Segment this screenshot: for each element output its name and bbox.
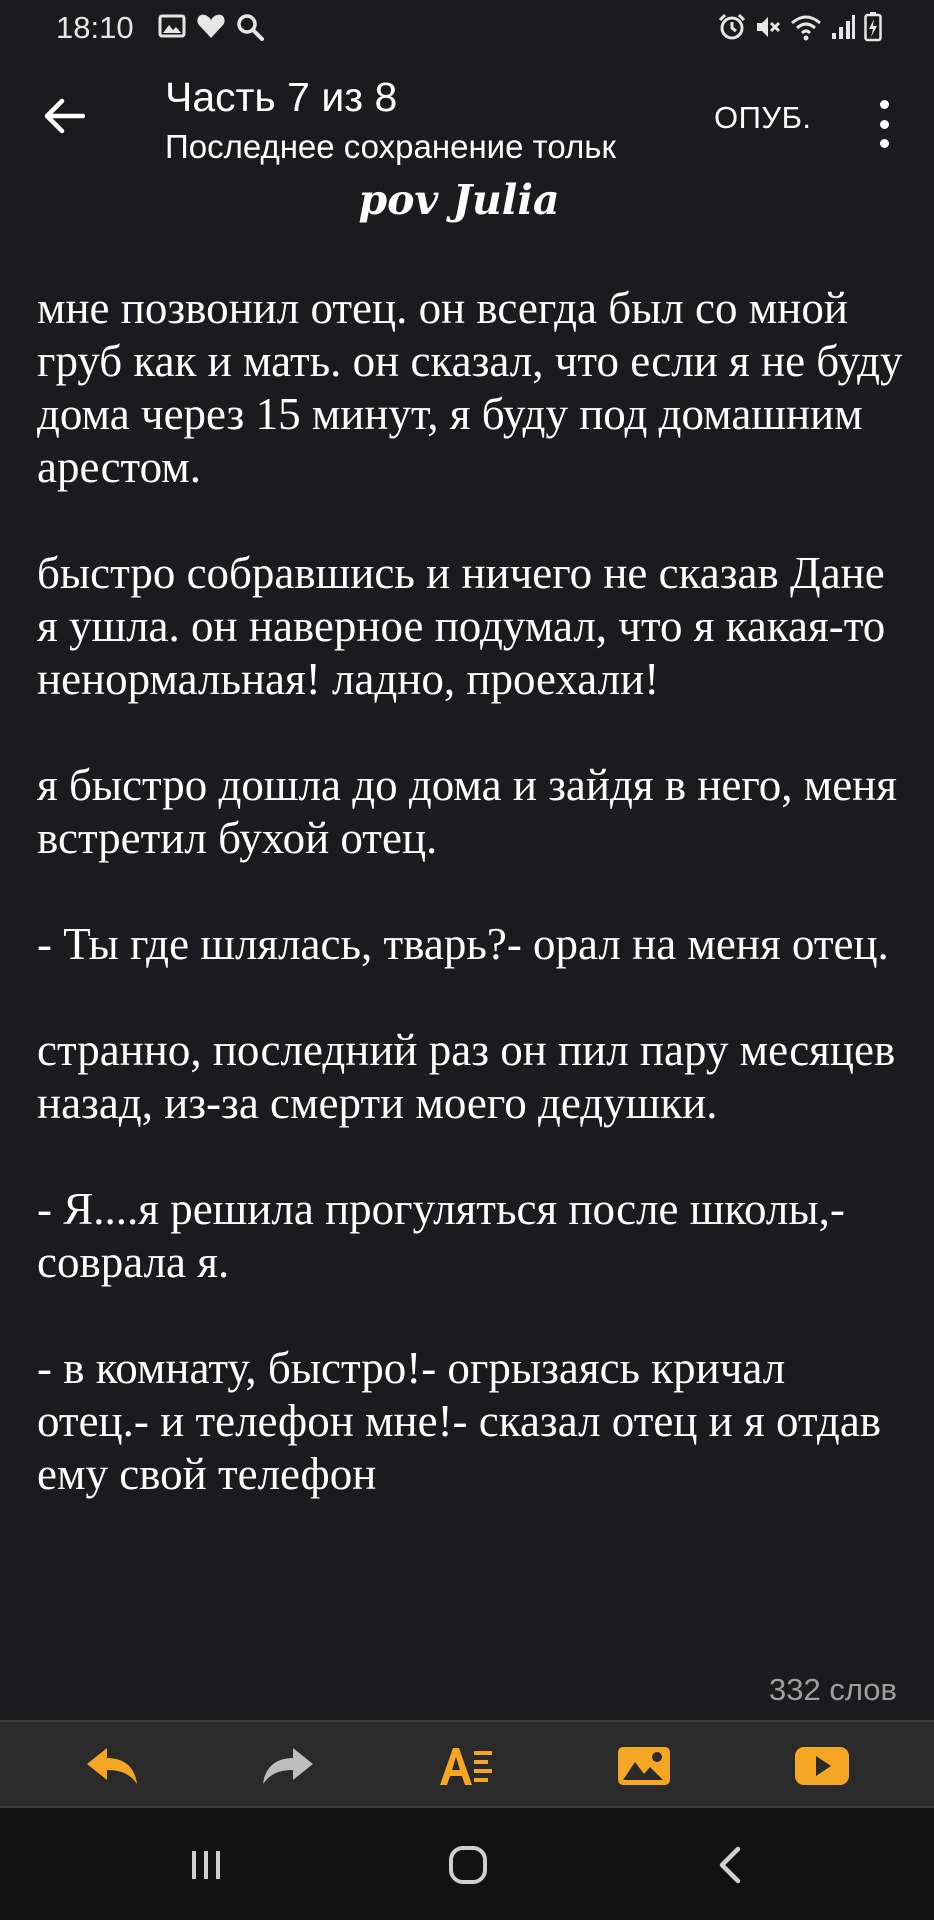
- more-options-button[interactable]: [866, 94, 902, 154]
- back-button[interactable]: [34, 86, 94, 146]
- insert-image-button[interactable]: [614, 1740, 674, 1792]
- chapter-heading[interactable]: pov Julia: [0, 176, 918, 224]
- save-status: Последнее сохранение тольк: [165, 128, 616, 165]
- more-dot-icon: [879, 139, 889, 148]
- insert-image-icon: [618, 1747, 670, 1785]
- more-dot-icon: [879, 100, 889, 109]
- story-body-editor[interactable]: мне позвонил отец. он всегда был со мной…: [37, 282, 907, 1501]
- recent-apps-icon: [192, 1851, 220, 1879]
- redo-button[interactable]: [258, 1740, 318, 1792]
- status-time: 18:10: [56, 10, 134, 45]
- more-dot-icon: [879, 119, 889, 129]
- arrow-left-icon: [44, 98, 85, 134]
- redo-icon: [263, 1748, 313, 1784]
- story-paragraph: быстро собравшись и ничего не сказав Дан…: [37, 548, 886, 704]
- story-paragraph: - Я....я решила прогуляться после школы,…: [37, 1184, 845, 1287]
- signal-icon: [832, 15, 855, 39]
- status-bar: 18:10: [0, 0, 934, 56]
- undo-icon: [87, 1748, 137, 1784]
- recent-apps-button[interactable]: [176, 1838, 236, 1892]
- publish-button[interactable]: ОПУБ.: [714, 100, 812, 136]
- back-icon: [719, 1846, 741, 1884]
- status-notification-icons: [158, 13, 264, 41]
- insert-video-icon: [795, 1747, 849, 1785]
- story-paragraph: - Ты где шлялась, тварь?- орал на меня о…: [37, 919, 889, 969]
- editor-toolbar: [0, 1720, 934, 1808]
- word-count: 332 слов: [769, 1672, 897, 1707]
- system-nav-bar: [0, 1808, 934, 1920]
- story-paragraph: - в комнату, быстро!- огрызаясь кричал о…: [37, 1343, 882, 1499]
- story-paragraph: мне позвонил отец. он всегда был со мной…: [37, 283, 903, 492]
- heart-icon: [197, 14, 225, 38]
- alarm-icon: [718, 13, 746, 40]
- text-format-button[interactable]: [436, 1740, 496, 1792]
- text-format-icon: [440, 1748, 492, 1785]
- mute-icon: [757, 17, 781, 37]
- wifi-icon: [791, 15, 821, 41]
- story-paragraph: я быстро дошла до дома и зайдя в него, м…: [37, 760, 897, 863]
- home-button[interactable]: [438, 1838, 498, 1892]
- home-icon: [449, 1846, 487, 1884]
- story-paragraph: странно, последний раз он пил пару месяц…: [37, 1025, 896, 1128]
- gallery-icon: [158, 14, 186, 38]
- battery-icon: [864, 12, 882, 42]
- part-title: Часть 7 из 8: [165, 74, 398, 120]
- nav-back-button[interactable]: [700, 1838, 760, 1892]
- insert-video-button[interactable]: [792, 1740, 852, 1792]
- search-icon: [237, 14, 264, 41]
- status-system-icons: [718, 12, 882, 42]
- undo-button[interactable]: [82, 1740, 142, 1792]
- app-bar: Часть 7 из 8 Последнее сохранение тольк …: [0, 56, 934, 176]
